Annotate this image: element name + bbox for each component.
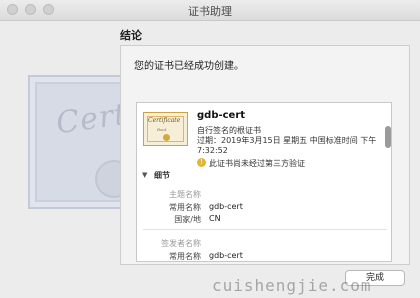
success-message: 您的证书已经成功创建。 xyxy=(134,61,244,72)
details-divider xyxy=(143,229,387,230)
details-label: 细节 xyxy=(154,171,170,180)
subject-name-header: 主题名称 xyxy=(169,190,201,199)
certificate-icon-subtitle: Root xyxy=(157,127,167,132)
issuer-common-name-key: 常用名称 xyxy=(169,252,201,261)
scrollbar-thumb[interactable] xyxy=(385,126,391,148)
section-title: 结论 xyxy=(120,29,142,42)
certificate-icon-title: Certificate xyxy=(148,117,181,124)
subject-common-name-value: gdb-cert xyxy=(209,202,243,211)
certificate-assistant-window: 证书助理 Certif 结论 您的证书已经成功创建。 Certificate R… xyxy=(0,0,420,298)
issuer-common-name-value: gdb-cert xyxy=(209,251,243,260)
certificate-expiry: 过期：2019年3月15日 星期五 中国标准时间 下午7:32:52 xyxy=(197,136,377,155)
site-watermark: cuishengjie.com xyxy=(212,276,372,295)
certificate-icon: Certificate Root xyxy=(143,112,188,146)
country-key: 国家/地 xyxy=(174,215,201,224)
country-value: CN xyxy=(209,214,221,223)
issuer-name-header: 签发者名称 xyxy=(161,239,201,248)
certificate-name: gdb-cert xyxy=(197,110,246,121)
certificate-type: 自行签名的根证书 xyxy=(197,126,261,135)
certificate-warning: 此证书尚未经过第三方验证 xyxy=(209,159,305,168)
subject-common-name-key: 常用名称 xyxy=(169,203,201,212)
certificate-seal-icon xyxy=(163,134,170,141)
disclosure-triangle-icon[interactable]: ▼ xyxy=(142,171,147,179)
warning-icon: ! xyxy=(197,158,206,167)
title-bar: 证书助理 xyxy=(0,0,420,21)
certificate-detail-box[interactable]: Certificate Root gdb-cert 自行签名的根证书 过期：20… xyxy=(136,102,392,262)
window-title: 证书助理 xyxy=(188,5,232,18)
